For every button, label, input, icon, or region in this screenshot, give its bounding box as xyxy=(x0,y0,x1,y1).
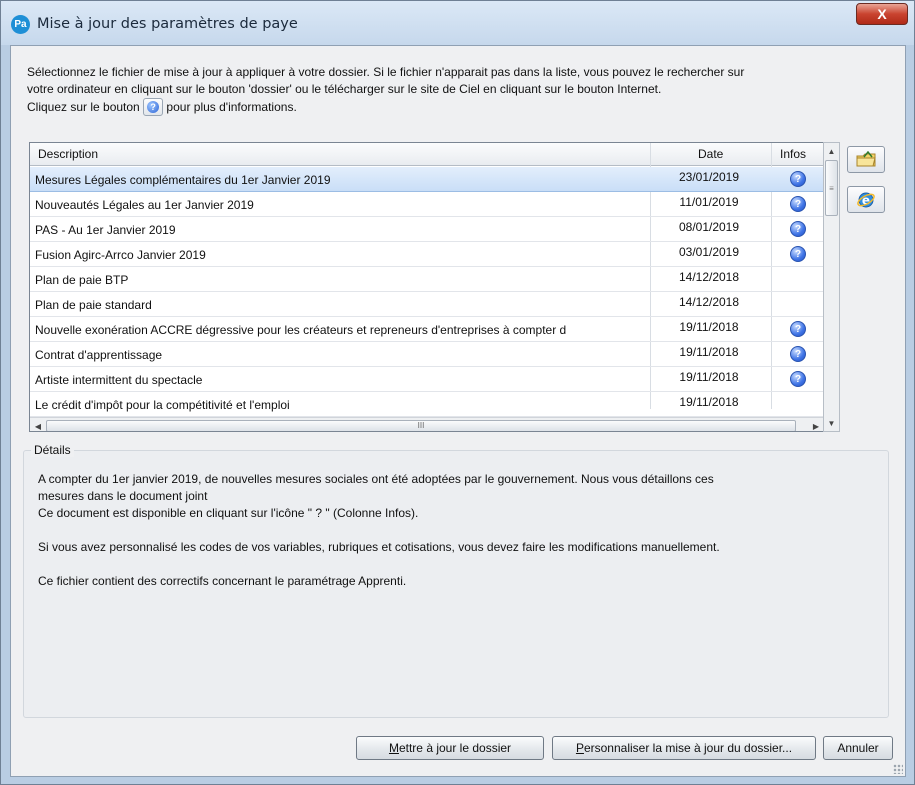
table-row[interactable]: Nouveautés Légales au 1er Janvier 2019 11… xyxy=(30,192,824,217)
table-row[interactable]: Plan de paie standard 14/12/2018 xyxy=(30,292,824,317)
table-row[interactable]: Fusion Agirc-Arrco Janvier 2019 03/01/201… xyxy=(30,242,824,267)
intro-line-3-after: pour plus d'informations. xyxy=(166,100,297,114)
row-date: 14/12/2018 xyxy=(678,270,740,284)
intro-line-3-before: Cliquez sur le bouton xyxy=(27,100,140,114)
table-row[interactable]: Mesures Légales complémentaires du 1er J… xyxy=(30,167,824,192)
row-description: Contrat d'apprentissage xyxy=(35,348,163,362)
button-label: ettre à jour le dossier xyxy=(398,741,512,755)
intro-line-3: Cliquez sur le bouton ? pour plus d'info… xyxy=(27,98,887,116)
resize-grip-icon[interactable] xyxy=(893,764,903,774)
row-date: 14/12/2018 xyxy=(678,295,740,309)
row-description: Nouvelle exonération ACCRE dégressive po… xyxy=(35,323,567,337)
table-row[interactable]: Nouvelle exonération ACCRE dégressive po… xyxy=(30,317,824,342)
title-bar[interactable]: Pa Mise à jour des paramètres de paye X xyxy=(1,1,914,45)
row-date: 11/01/2019 xyxy=(679,195,739,209)
row-description: Plan de paie BTP xyxy=(35,273,129,287)
intro-line-1: Sélectionnez le fichier de mise à jour à… xyxy=(27,65,745,79)
table-row[interactable]: Contrat d'apprentissage 19/11/2018? xyxy=(30,342,824,367)
details-group: A compter du 1er janvier 2019, de nouvel… xyxy=(23,450,889,718)
help-button[interactable]: ? xyxy=(143,98,164,116)
column-header-date[interactable]: Date xyxy=(698,147,723,161)
info-help-icon[interactable]: ? xyxy=(790,371,806,387)
close-button[interactable]: X xyxy=(856,3,908,25)
cancel-button[interactable]: Annuler xyxy=(823,736,893,760)
row-date: 19/11/2018 xyxy=(679,345,739,359)
info-help-icon[interactable]: ? xyxy=(790,171,806,187)
info-help-icon[interactable]: ? xyxy=(790,346,806,362)
vertical-scroll-thumb[interactable]: ≡ xyxy=(825,160,838,216)
info-help-icon[interactable]: ? xyxy=(790,321,806,337)
app-badge-icon: Pa xyxy=(11,15,30,34)
details-paragraph-3: Ce fichier contient des correctifs conce… xyxy=(38,574,407,588)
table-row[interactable]: Le crédit d'impôt pour la compétitivité … xyxy=(30,392,824,417)
accelerator-key: P xyxy=(575,741,584,755)
details-text: A compter du 1er janvier 2019, de nouvel… xyxy=(38,471,868,607)
row-date: 03/01/2019 xyxy=(678,245,740,259)
button-label: ersonnaliser la mise à jour du dossier..… xyxy=(583,741,793,755)
scroll-up-icon[interactable]: ▲ xyxy=(824,143,839,159)
accelerator-key: M xyxy=(388,741,399,755)
details-paragraph-1: A compter du 1er janvier 2019, de nouvel… xyxy=(38,471,868,522)
update-files-table: Description Date Infos Mesures Légales c… xyxy=(29,142,825,432)
column-header-description[interactable]: Description xyxy=(38,147,98,161)
row-description: Artiste intermittent du spectacle xyxy=(35,373,203,387)
row-description: Le crédit d'impôt pour la compétitivité … xyxy=(35,398,290,412)
folder-button[interactable] xyxy=(847,146,885,173)
row-date: 19/11/2018 xyxy=(679,320,739,334)
scroll-left-icon[interactable]: ◀ xyxy=(30,418,46,431)
row-description: Fusion Agirc-Arrco Janvier 2019 xyxy=(35,248,206,262)
customize-update-button[interactable]: Personnaliser la mise à jour du dossier.… xyxy=(552,736,816,760)
table-row[interactable]: Plan de paie BTP 14/12/2018 xyxy=(30,267,824,292)
intro-line-2: votre ordinateur en cliquant sur le bout… xyxy=(27,82,662,96)
internet-button[interactable]: e xyxy=(847,186,885,213)
column-header-infos[interactable]: Infos xyxy=(780,147,806,161)
row-description: Mesures Légales complémentaires du 1er J… xyxy=(35,173,331,187)
row-description: Plan de paie standard xyxy=(35,298,152,312)
row-date: 23/01/2019 xyxy=(678,170,740,184)
vertical-scrollbar[interactable]: ▲ ≡ ▼ xyxy=(823,142,840,432)
details-paragraph-2: Si vous avez personnalisé les codes de v… xyxy=(38,540,720,554)
table-header: Description Date Infos xyxy=(30,143,824,166)
intro-text: Sélectionnez le fichier de mise à jour à… xyxy=(27,64,887,116)
horizontal-scroll-thumb[interactable]: III xyxy=(46,420,796,431)
table-row[interactable]: Artiste intermittent du spectacle 19/11/2… xyxy=(30,367,824,392)
info-help-icon[interactable]: ? xyxy=(790,196,806,212)
scroll-right-icon[interactable]: ▶ xyxy=(808,418,824,431)
row-date: 19/11/2018 xyxy=(679,395,739,409)
details-line: mesures dans le document joint xyxy=(38,489,208,503)
help-icon: ? xyxy=(147,101,160,113)
info-help-icon[interactable]: ? xyxy=(790,221,806,237)
details-line: A compter du 1er janvier 2019, de nouvel… xyxy=(38,472,714,486)
table-row[interactable]: PAS - Au 1er Janvier 2019 08/01/2019? xyxy=(30,217,824,242)
info-help-icon[interactable]: ? xyxy=(790,246,806,262)
row-description: PAS - Au 1er Janvier 2019 xyxy=(35,223,176,237)
row-date: 08/01/2019 xyxy=(678,220,740,234)
row-date: 19/11/2018 xyxy=(679,370,739,384)
internet-explorer-icon: e xyxy=(857,192,875,207)
dialog-window: Pa Mise à jour des paramètres de paye X … xyxy=(0,0,915,785)
details-legend: Détails xyxy=(31,443,74,457)
details-line: Ce document est disponible en cliquant s… xyxy=(38,506,419,520)
dialog-body: Sélectionnez le fichier de mise à jour à… xyxy=(10,45,906,777)
update-dossier-button[interactable]: Mettre à jour le dossier xyxy=(356,736,544,760)
row-description: Nouveautés Légales au 1er Janvier 2019 xyxy=(35,198,254,212)
window-title: Mise à jour des paramètres de paye xyxy=(37,16,298,32)
scroll-down-icon[interactable]: ▼ xyxy=(824,415,839,431)
horizontal-scrollbar[interactable]: ◀ III ▶ xyxy=(30,417,824,431)
folder-icon xyxy=(856,150,876,166)
